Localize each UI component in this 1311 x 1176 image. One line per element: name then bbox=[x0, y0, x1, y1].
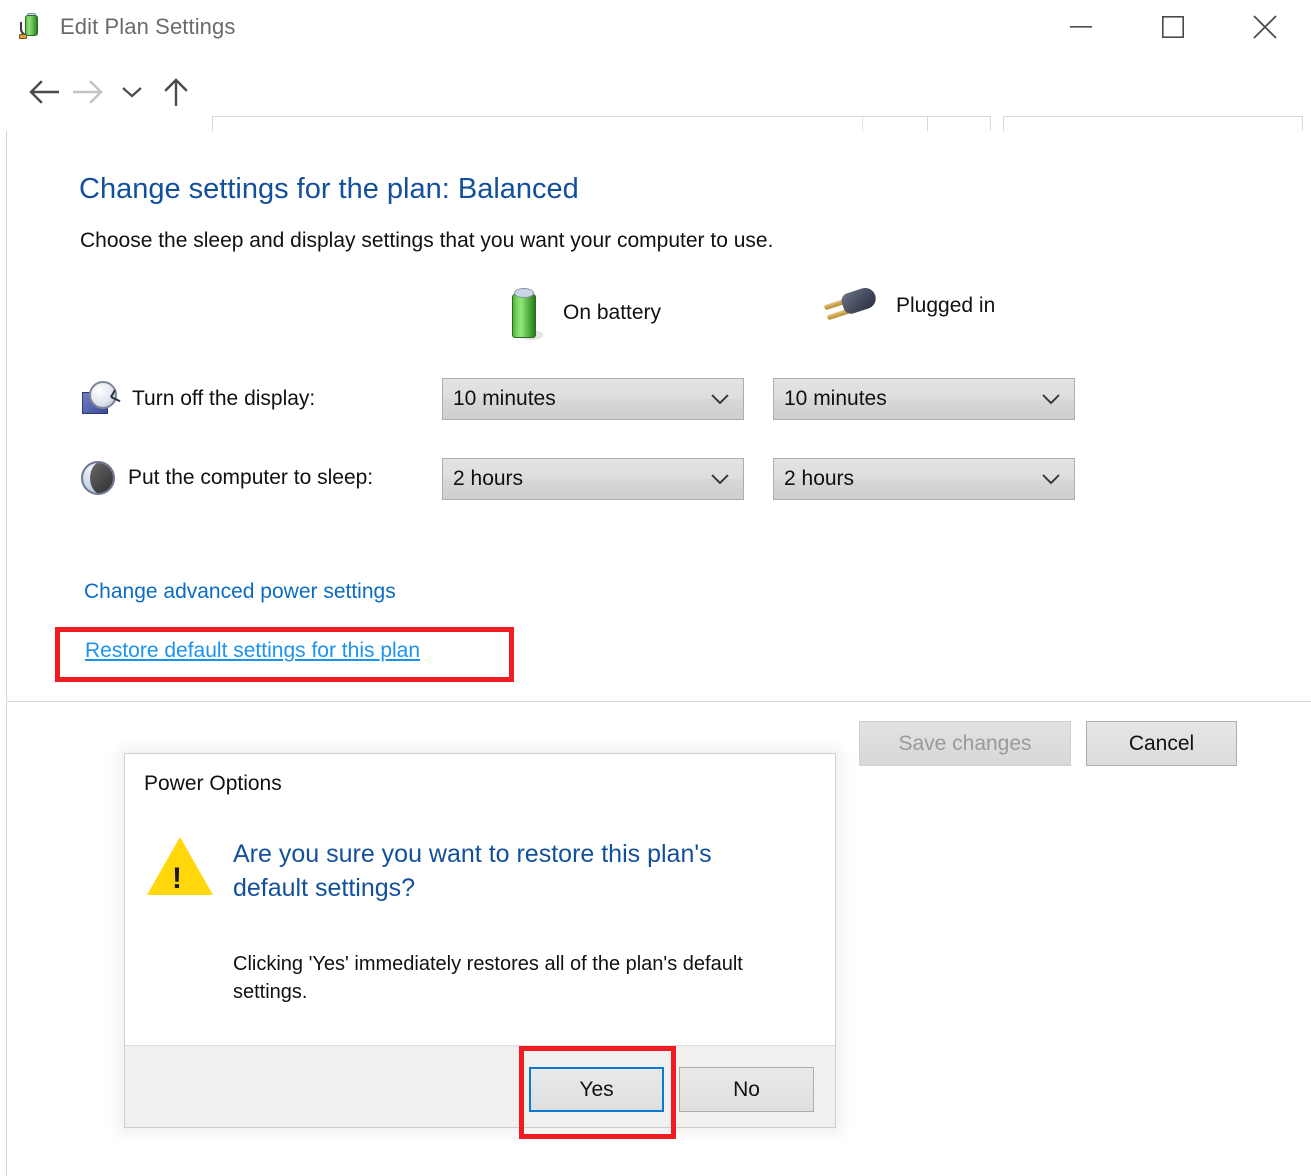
row-turn-off-display: Turn off the display: bbox=[81, 381, 315, 417]
edit-plan-settings-window: Edit Plan Settings bbox=[0, 0, 1311, 1176]
row-put-computer-to-sleep: Put the computer to sleep: bbox=[81, 461, 373, 495]
cancel-button[interactable]: Cancel bbox=[1086, 721, 1237, 766]
recent-locations-chevron-down-icon[interactable] bbox=[110, 67, 154, 117]
maximize-button[interactable] bbox=[1127, 0, 1219, 54]
dropdown-display-on-battery[interactable]: 10 minutes bbox=[442, 378, 744, 420]
window-controls bbox=[1035, 0, 1311, 54]
title-bar: Edit Plan Settings bbox=[0, 0, 1311, 54]
column-label-on-battery: On battery bbox=[563, 301, 661, 325]
dropdown-value-display-on-battery: 10 minutes bbox=[453, 387, 711, 411]
page-title: Change settings for the plan: Balanced bbox=[79, 173, 579, 206]
row-label-turn-off-display: Turn off the display: bbox=[132, 387, 315, 411]
page-subtitle: Choose the sleep and display settings th… bbox=[80, 229, 773, 253]
link-change-advanced-power-settings[interactable]: Change advanced power settings bbox=[84, 580, 396, 604]
power-plan-icon bbox=[19, 13, 47, 41]
chevron-down-icon bbox=[711, 393, 729, 405]
link-restore-default-settings[interactable]: Restore default settings for this plan bbox=[85, 639, 420, 663]
window-title: Edit Plan Settings bbox=[60, 14, 235, 40]
dropdown-value-sleep-plugged-in: 2 hours bbox=[784, 467, 1042, 491]
dropdown-sleep-plugged-in[interactable]: 2 hours bbox=[773, 458, 1075, 500]
dropdown-value-display-plugged-in: 10 minutes bbox=[784, 387, 1042, 411]
content-area: Change settings for the plan: Balanced C… bbox=[6, 131, 1311, 701]
chevron-down-icon bbox=[1042, 473, 1060, 485]
power-plug-icon bbox=[822, 286, 878, 326]
minimize-button[interactable] bbox=[1035, 0, 1127, 54]
up-arrow-icon[interactable] bbox=[154, 67, 198, 117]
navigation-bar: « Power Options Edit Plan Settings bbox=[0, 54, 1311, 130]
power-options-dialog: Power Options ! Are you sure you want to… bbox=[124, 753, 836, 1128]
dialog-heading: Are you sure you want to restore this pl… bbox=[233, 837, 793, 905]
save-changes-button[interactable]: Save changes bbox=[859, 721, 1071, 766]
chevron-down-icon bbox=[1042, 393, 1060, 405]
forward-arrow-icon[interactable] bbox=[66, 67, 110, 117]
dialog-title: Power Options bbox=[144, 772, 282, 796]
warning-exclamation-glyph: ! bbox=[172, 864, 182, 894]
chevron-down-icon bbox=[711, 473, 729, 485]
display-clock-icon bbox=[81, 381, 119, 417]
battery-icon bbox=[505, 286, 545, 340]
column-header-on-battery: On battery bbox=[505, 286, 661, 340]
close-button[interactable] bbox=[1219, 0, 1311, 54]
dropdown-value-sleep-on-battery: 2 hours bbox=[453, 467, 711, 491]
column-header-plugged-in: Plugged in bbox=[822, 286, 995, 326]
dropdown-display-plugged-in[interactable]: 10 minutes bbox=[773, 378, 1075, 420]
back-arrow-icon[interactable] bbox=[22, 67, 66, 117]
sleep-moon-icon bbox=[81, 461, 115, 495]
dialog-yes-button[interactable]: Yes bbox=[529, 1067, 664, 1112]
dialog-button-bar: Yes No bbox=[125, 1045, 835, 1127]
dialog-body-text: Clicking 'Yes' immediately restores all … bbox=[233, 950, 803, 1007]
dialog-no-button[interactable]: No bbox=[679, 1067, 814, 1112]
column-label-plugged-in: Plugged in bbox=[896, 294, 995, 318]
dropdown-sleep-on-battery[interactable]: 2 hours bbox=[442, 458, 744, 500]
row-label-put-computer-to-sleep: Put the computer to sleep: bbox=[128, 466, 373, 490]
